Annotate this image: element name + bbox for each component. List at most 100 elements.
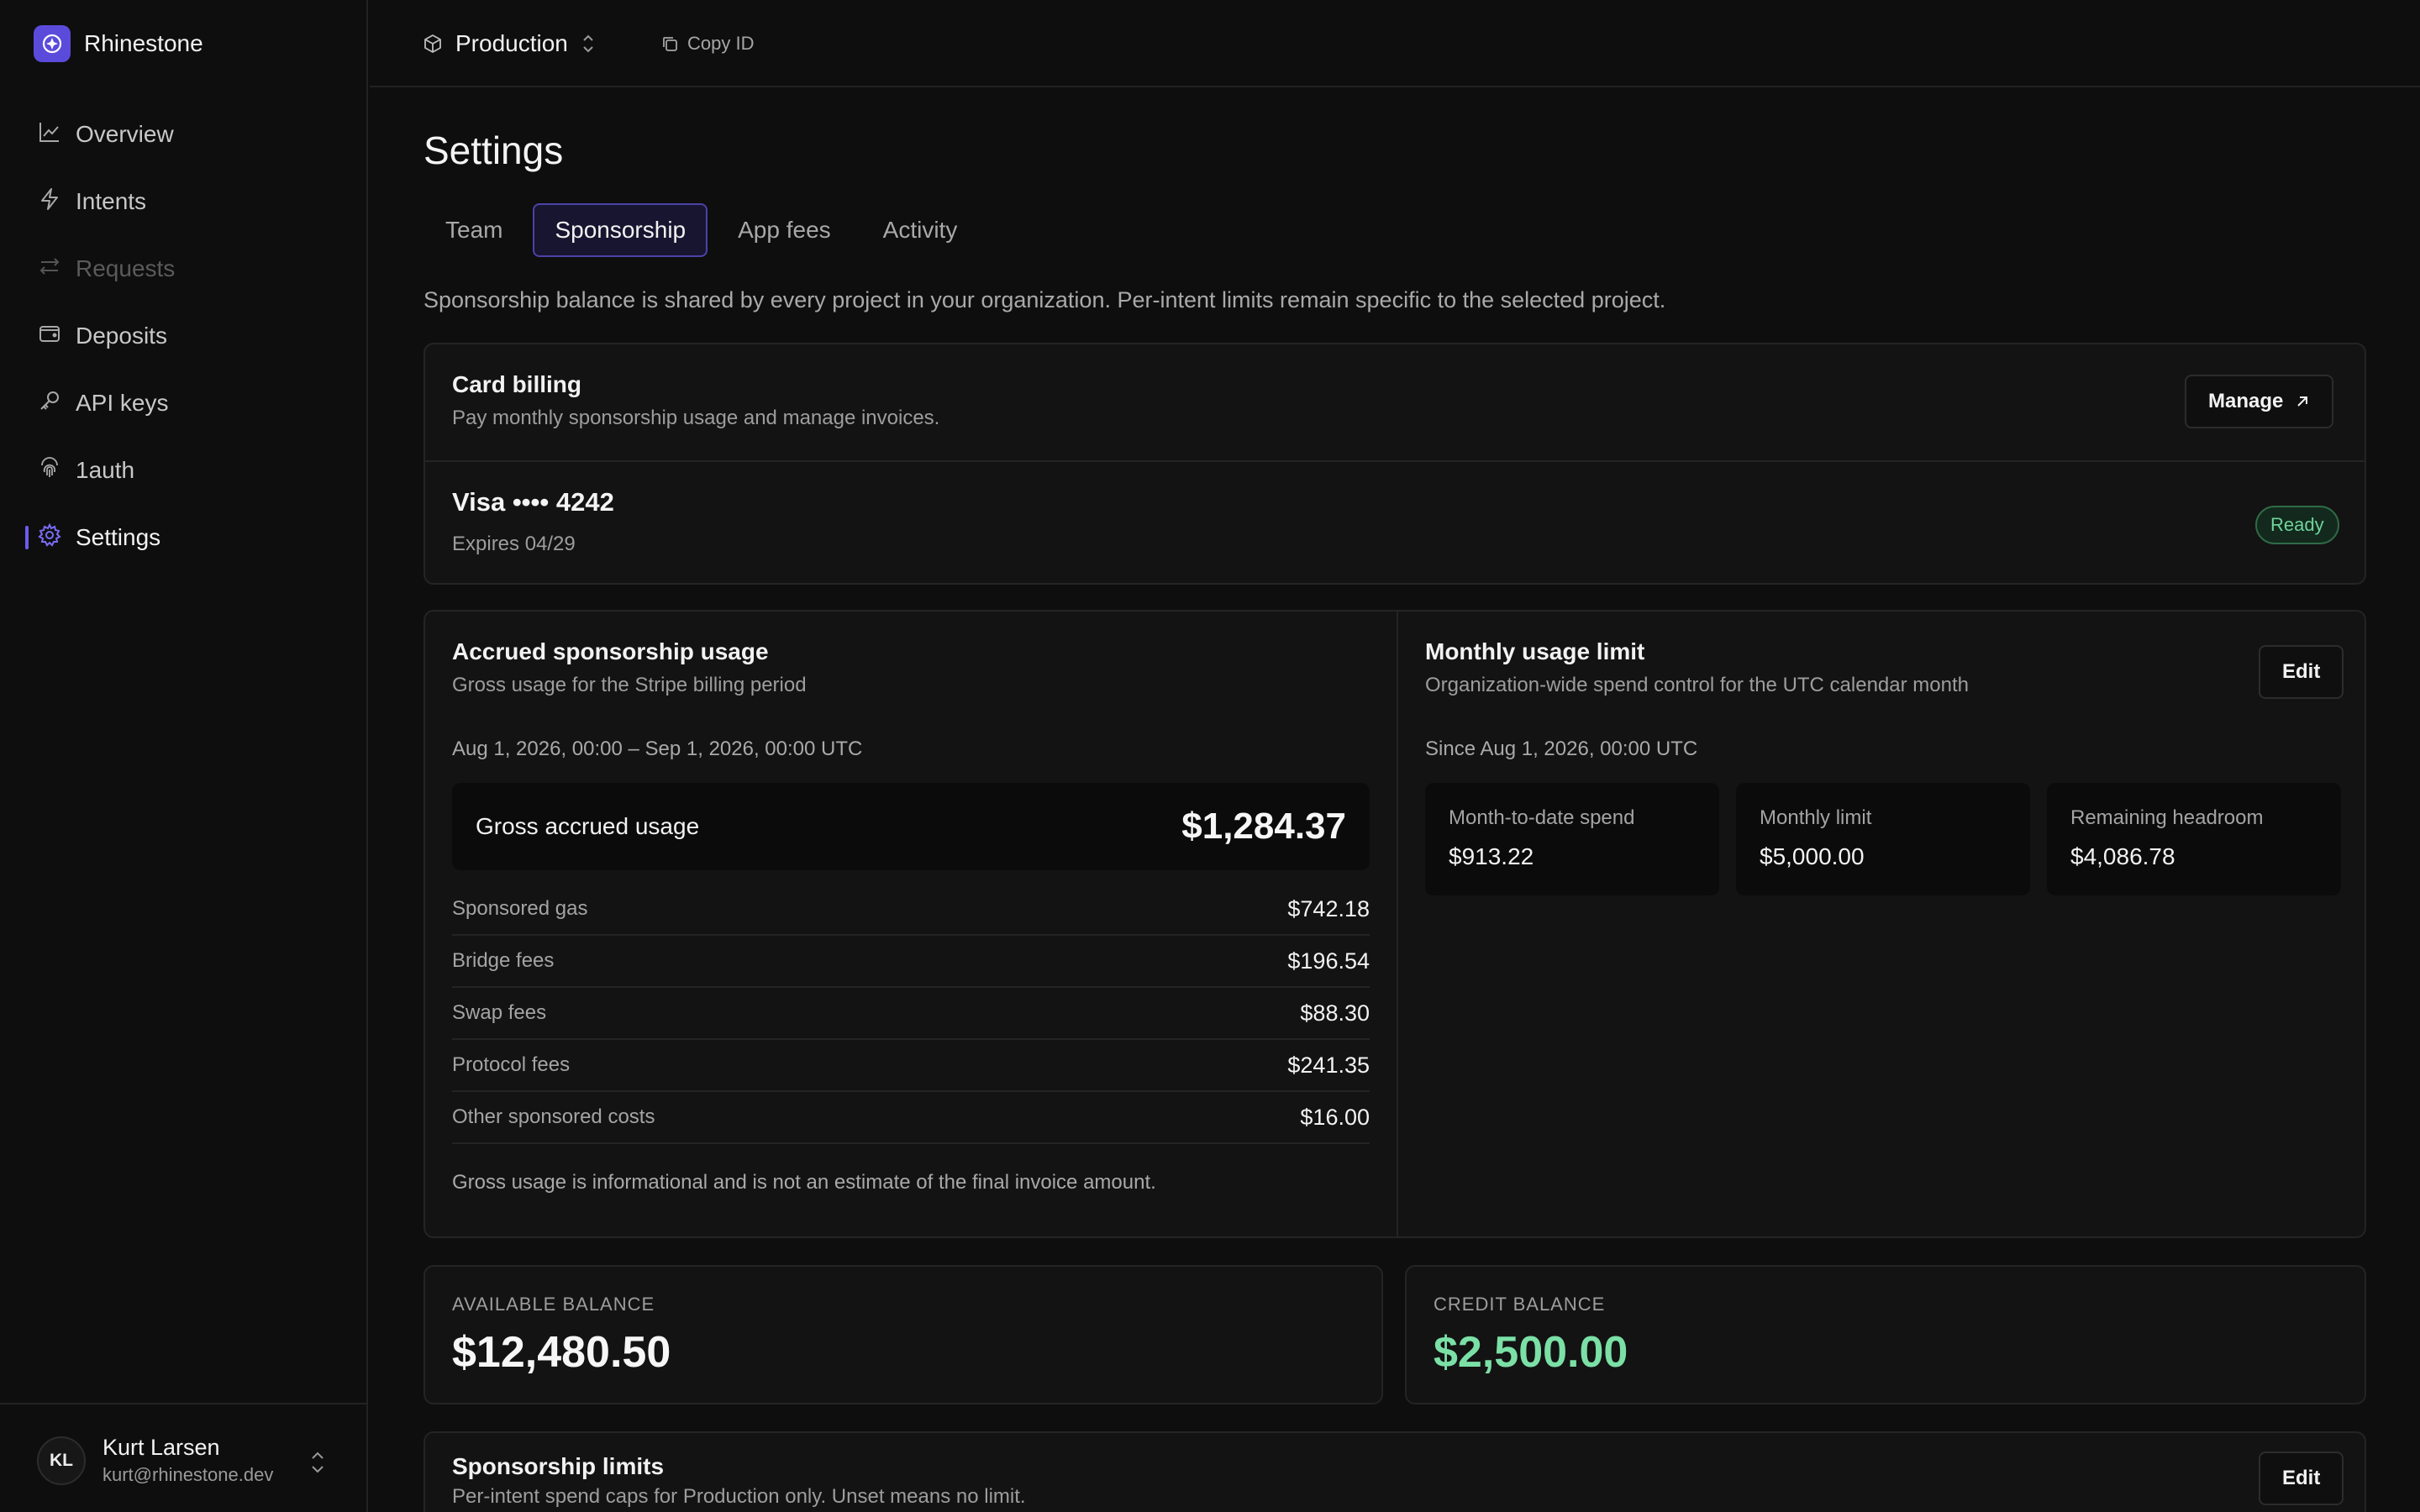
user-menu[interactable]: KL Kurt Larsen kurt@rhinestone.dev bbox=[0, 1403, 366, 1512]
sidebar-item-label: Deposits bbox=[76, 323, 167, 349]
sidebar-item-label: Settings bbox=[76, 524, 161, 550]
arrows-swap-icon bbox=[37, 254, 62, 285]
edit-sponsorship-limits-button[interactable]: Edit bbox=[2259, 1452, 2344, 1505]
stat-month-to-date: Month-to-date spend $913.22 bbox=[1425, 783, 1719, 895]
settings-tabs: Team Sponsorship App fees Activity bbox=[424, 203, 979, 257]
tab-activity[interactable]: Activity bbox=[861, 203, 980, 257]
sidebar-nav: Overview Intents Requests Deposits API k… bbox=[25, 109, 343, 580]
app: Rhinestone Overview Intents Requests Dep… bbox=[0, 0, 2420, 1512]
tab-app-fees[interactable]: App fees bbox=[716, 203, 853, 257]
line-value: $742.18 bbox=[1287, 895, 1370, 921]
fingerprint-icon bbox=[37, 455, 62, 486]
topbar: Production Copy ID bbox=[370, 0, 2420, 87]
card-billing-subtitle: Pay monthly sponsorship usage and manage… bbox=[452, 407, 940, 429]
credit-balance-card: CREDIT BALANCE $2,500.00 bbox=[1405, 1265, 2366, 1404]
arrow-up-right-icon bbox=[2297, 396, 2308, 407]
sidebar-item-intents[interactable]: Intents bbox=[25, 176, 343, 227]
stat-monthly-limit: Monthly limit $5,000.00 bbox=[1736, 783, 2030, 895]
sidebar-item-settings[interactable]: Settings bbox=[25, 512, 343, 563]
list-item: Swap fees $88.30 bbox=[452, 988, 1370, 1040]
sidebar-item-requests[interactable]: Requests bbox=[25, 244, 343, 294]
stat-value: $913.22 bbox=[1449, 843, 1534, 869]
key-icon bbox=[37, 388, 62, 419]
list-item: Other sponsored costs $16.00 bbox=[452, 1092, 1370, 1144]
monthly-limit-subtitle: Organization-wide spend control for the … bbox=[1425, 674, 1969, 696]
page-title: Settings bbox=[424, 129, 564, 172]
accrued-subtitle: Gross usage for the Stripe billing perio… bbox=[452, 674, 807, 696]
list-item: Bridge fees $196.54 bbox=[452, 936, 1370, 988]
copy-id-label: Copy ID bbox=[687, 33, 755, 54]
line-label: Sponsored gas bbox=[452, 897, 588, 920]
project-switcher[interactable]: Production bbox=[422, 25, 597, 62]
edit-monthly-limit-button[interactable]: Edit bbox=[2259, 645, 2344, 699]
line-label: Other sponsored costs bbox=[452, 1105, 655, 1128]
sidebar-item-label: Requests bbox=[76, 255, 176, 281]
limit-stats: Month-to-date spend $913.22 Monthly limi… bbox=[1425, 783, 2341, 895]
accrued-title: Accrued sponsorship usage bbox=[452, 638, 769, 664]
line-label: Swap fees bbox=[452, 1001, 547, 1024]
card-billing-title: Card billing bbox=[452, 371, 581, 397]
monthly-usage-limit: Monthly usage limit Organization-wide sp… bbox=[1425, 638, 2341, 895]
monthly-limit-title: Monthly usage limit bbox=[1425, 638, 1645, 664]
line-label: Bridge fees bbox=[452, 949, 555, 972]
avatar: KL bbox=[37, 1436, 86, 1485]
user-info: KL Kurt Larsen kurt@rhinestone.dev bbox=[37, 1435, 273, 1486]
available-balance-label: AVAILABLE BALANCE bbox=[452, 1294, 655, 1315]
brand[interactable]: Rhinestone bbox=[34, 25, 203, 62]
list-item: Sponsored gas $742.18 bbox=[452, 884, 1370, 936]
brand-name: Rhinestone bbox=[84, 30, 203, 56]
usage-panel: Accrued sponsorship usage Gross usage fo… bbox=[424, 610, 2366, 1238]
copy-icon bbox=[663, 37, 677, 51]
billing-period: Aug 1, 2026, 00:00 – Sep 1, 2026, 00:00 … bbox=[452, 738, 863, 760]
wallet-icon bbox=[37, 321, 62, 352]
line-value: $241.35 bbox=[1287, 1052, 1370, 1078]
stat-value: $5,000.00 bbox=[1760, 843, 1865, 869]
sidebar-item-label: Intents bbox=[76, 188, 147, 214]
sidebar-item-label: API keys bbox=[76, 390, 169, 416]
rhinestone-logo-icon bbox=[34, 25, 71, 62]
stat-remaining-headroom: Remaining headroom $4,086.78 bbox=[2047, 783, 2341, 895]
project-name: Production bbox=[455, 30, 568, 56]
sidebar-item-label: 1auth bbox=[76, 457, 135, 483]
line-value: $16.00 bbox=[1300, 1104, 1370, 1130]
chevron-up-down-icon[interactable] bbox=[308, 1448, 328, 1477]
gross-accrued-box: Gross accrued usage $1,284.37 bbox=[452, 783, 1370, 870]
tab-team[interactable]: Team bbox=[424, 203, 524, 257]
sidebar: Rhinestone Overview Intents Requests Dep… bbox=[0, 0, 368, 1512]
copy-id-button[interactable]: Copy ID bbox=[660, 27, 754, 60]
available-balance-value: $12,480.50 bbox=[452, 1328, 671, 1377]
sponsorship-limits-title: Sponsorship limits bbox=[452, 1453, 665, 1479]
credit-balance-value: $2,500.00 bbox=[1434, 1328, 1628, 1377]
manage-label: Manage bbox=[2208, 390, 2284, 412]
line-value: $88.30 bbox=[1300, 1000, 1370, 1026]
status-badge: Ready bbox=[2255, 506, 2339, 544]
sidebar-item-1auth[interactable]: 1auth bbox=[25, 445, 343, 496]
tab-sponsorship[interactable]: Sponsorship bbox=[533, 203, 708, 257]
user-name: Kurt Larsen bbox=[103, 1435, 220, 1460]
line-label: Protocol fees bbox=[452, 1053, 571, 1076]
gross-accrued-value: $1,284.37 bbox=[1181, 806, 1346, 847]
usage-breakdown: Sponsored gas $742.18 Bridge fees $196.5… bbox=[452, 884, 1370, 1144]
stat-value: $4,086.78 bbox=[2070, 843, 2175, 869]
divider bbox=[1397, 612, 1398, 1236]
chevron-up-down-icon bbox=[583, 34, 593, 53]
credit-balance-label: CREDIT BALANCE bbox=[1434, 1294, 1606, 1315]
sidebar-item-api-keys[interactable]: API keys bbox=[25, 378, 343, 428]
user-email: kurt@rhinestone.dev bbox=[103, 1464, 274, 1485]
accrued-usage: Accrued sponsorship usage Gross usage fo… bbox=[452, 638, 1370, 1194]
sidebar-item-label: Overview bbox=[76, 121, 174, 147]
gross-accrued-label: Gross accrued usage bbox=[476, 813, 700, 839]
sponsorship-intro: Sponsorship balance is shared by every p… bbox=[424, 287, 1666, 312]
chart-line-icon bbox=[37, 119, 62, 150]
available-balance-card: AVAILABLE BALANCE $12,480.50 bbox=[424, 1265, 1383, 1404]
bolt-icon bbox=[37, 186, 62, 218]
line-value: $196.54 bbox=[1287, 948, 1370, 974]
divider bbox=[425, 460, 2365, 462]
stat-label: Month-to-date spend bbox=[1449, 806, 1635, 829]
manage-billing-button[interactable]: Manage bbox=[2185, 375, 2334, 428]
card-billing-panel: Card billing Pay monthly sponsorship usa… bbox=[424, 343, 2366, 585]
card-number: Visa •••• 4242 bbox=[452, 487, 614, 517]
sidebar-item-deposits[interactable]: Deposits bbox=[25, 311, 343, 361]
cube-icon bbox=[424, 34, 441, 53]
sidebar-item-overview[interactable]: Overview bbox=[25, 109, 343, 160]
